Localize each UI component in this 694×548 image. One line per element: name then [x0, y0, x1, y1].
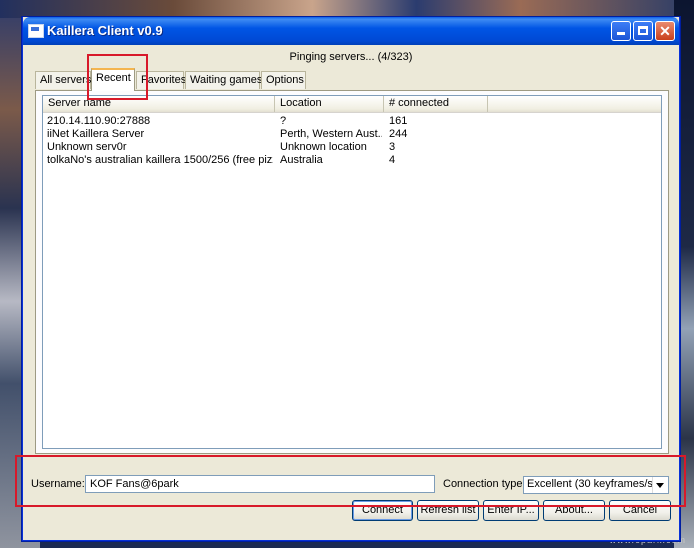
tab-all-servers[interactable]: All servers [35, 71, 91, 89]
server-connected: 244 [389, 128, 408, 140]
server-name: Unknown serv0r [47, 141, 127, 153]
server-name: tolkaNo's australian kaillera 1500/256 (… [47, 154, 273, 166]
minimize-icon[interactable] [611, 21, 631, 41]
list-header: Server name Location # connected [43, 96, 661, 113]
list-item[interactable]: 210.14.110.90:27888 ? 161 [43, 115, 661, 128]
connect-button[interactable]: Connect [352, 500, 413, 521]
ping-status: Pinging servers... (4/323) [289, 51, 413, 63]
connection-type-select[interactable]: Excellent (30 keyframes/s) [523, 476, 669, 494]
enter-ip-button[interactable]: Enter IP... [483, 500, 539, 521]
username-label: Username: [31, 478, 85, 490]
column-connected[interactable]: # connected [384, 96, 488, 112]
tab-panel: Server name Location # connected 210.14.… [35, 90, 669, 454]
server-location: Perth, Western Aust... [280, 128, 382, 140]
tab-options[interactable]: Options [261, 71, 306, 89]
tab-waiting-games[interactable]: Waiting games [185, 71, 262, 89]
cancel-button[interactable]: Cancel [609, 500, 671, 521]
server-connected: 161 [389, 115, 408, 127]
maximize-icon[interactable] [633, 21, 653, 41]
list-item[interactable]: iiNet Kaillera Server Perth, Western Aus… [43, 128, 661, 141]
server-name: 210.14.110.90:27888 [47, 115, 151, 127]
list-item[interactable]: Unknown serv0r Unknown location 3 [43, 141, 661, 154]
refresh-list-button[interactable]: Refresh list [417, 500, 479, 521]
app-icon [28, 24, 44, 38]
title-bar[interactable]: Kaillera Client v0.9 ✕ [23, 17, 679, 45]
server-name: iiNet Kaillera Server [47, 128, 145, 140]
server-location: Australia [280, 154, 323, 166]
close-icon[interactable]: ✕ [655, 21, 675, 41]
kaillera-window: Kaillera Client v0.9 ✕ Pinging servers..… [22, 17, 680, 541]
wallpaper-top [0, 0, 694, 18]
server-connected: 4 [389, 154, 396, 166]
connection-type-value: Excellent (30 keyframes/s) [527, 478, 657, 490]
column-server-name[interactable]: Server name [43, 96, 275, 112]
tab-recent[interactable]: Recent [91, 68, 135, 91]
server-connected: 3 [389, 141, 396, 153]
connection-type-label: Connection type: [443, 478, 526, 490]
list-item[interactable]: tolkaNo's australian kaillera 1500/256 (… [43, 154, 661, 167]
server-list[interactable]: Server name Location # connected 210.14.… [42, 95, 662, 449]
server-location: ? [280, 115, 287, 127]
window-title: Kaillera Client v0.9 [47, 23, 163, 38]
username-field[interactable]: KOF Fans@6park [85, 475, 435, 493]
tab-favorites[interactable]: Favorites [136, 71, 186, 89]
column-location[interactable]: Location [275, 96, 384, 112]
dropdown-arrow-icon[interactable] [652, 477, 668, 493]
about-button[interactable]: About... [543, 500, 605, 521]
server-location: Unknown location [280, 141, 367, 153]
